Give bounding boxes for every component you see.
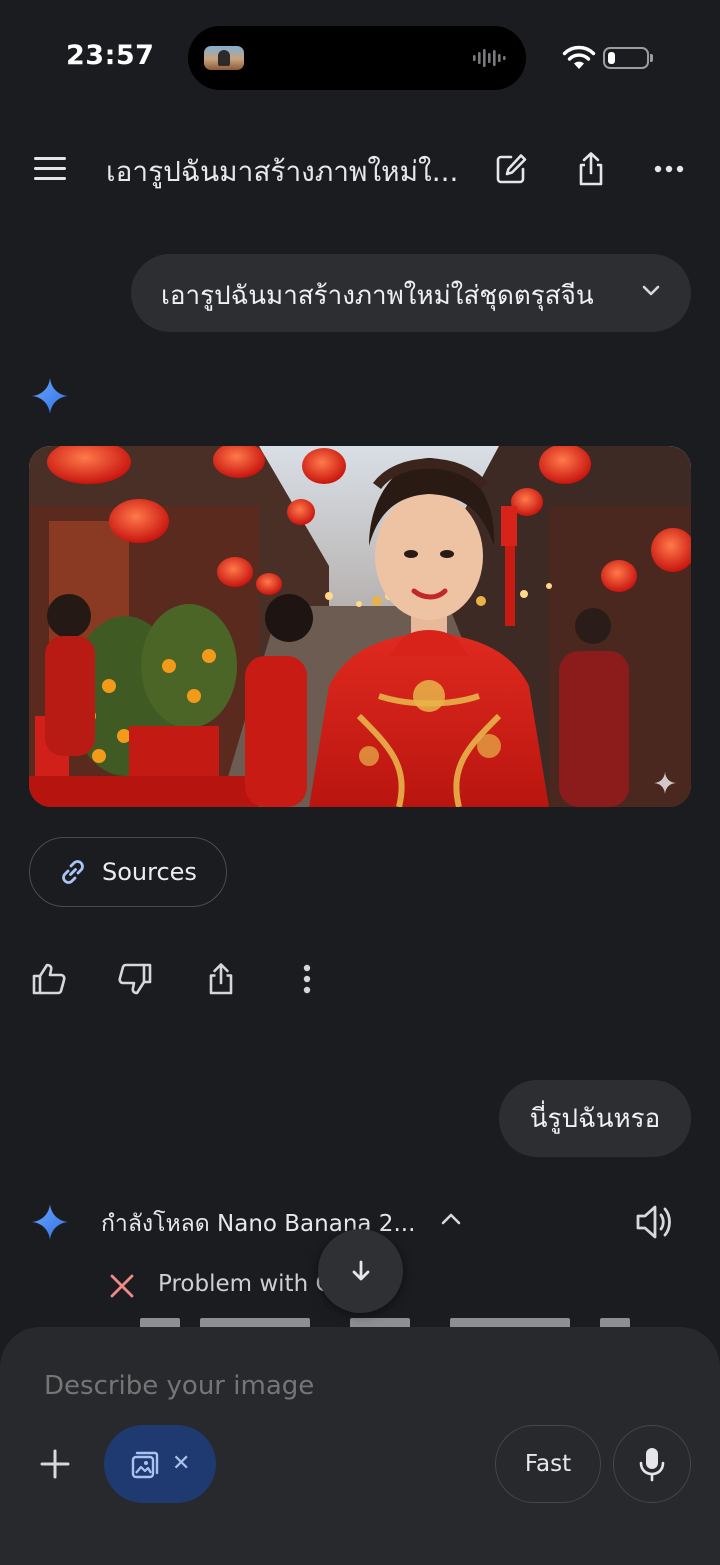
sources-button[interactable]: Sources: [29, 837, 227, 907]
chevron-up-icon[interactable]: [438, 1206, 464, 1232]
mode-selector-button[interactable]: Fast: [495, 1425, 601, 1503]
user-message-bubble[interactable]: นี่รูปฉันหรอ: [499, 1080, 691, 1157]
menu-icon[interactable]: [30, 152, 70, 186]
ai-sparkle-icon: [654, 772, 676, 794]
user-message-text: นี่รูปฉันหรอ: [529, 1104, 661, 1134]
user-message-bubble[interactable]: เอารูปฉันมาสร้างภาพใหม่ใส่ชุดตรุสจีน: [131, 254, 691, 332]
error-x-icon: [110, 1274, 134, 1298]
sources-label: Sources: [102, 858, 197, 886]
edit-icon[interactable]: [490, 148, 532, 190]
thumbs-down-icon[interactable]: [114, 958, 156, 1000]
thumbs-up-icon[interactable]: [28, 958, 70, 1000]
battery-level: [608, 52, 615, 64]
generated-image[interactable]: [29, 446, 691, 807]
more-vertical-icon[interactable]: [286, 958, 328, 1000]
gemini-spark-icon: [32, 1204, 68, 1240]
prompt-input[interactable]: [44, 1371, 604, 1401]
status-time: 23:57: [66, 40, 155, 71]
microphone-icon[interactable]: [613, 1425, 691, 1503]
composer: ✕ Fast: [0, 1327, 720, 1565]
chevron-down-icon[interactable]: [639, 278, 663, 302]
scroll-down-button[interactable]: [318, 1229, 403, 1313]
gemini-spark-icon: [32, 378, 68, 414]
battery-icon: [603, 47, 649, 69]
conversation-title[interactable]: เอารูปฉันมาสร้างภาพใหม่ใ...: [106, 150, 466, 194]
battery-cap: [650, 54, 653, 62]
chat-screen: 23:57 เอารูปฉันมาสร้างภาพใหม่ใ... เอารูป…: [0, 0, 720, 1565]
close-icon[interactable]: ✕: [172, 1453, 190, 1475]
link-icon: [56, 855, 90, 889]
wifi-icon: [562, 45, 596, 69]
user-message-text: เอารูปฉันมาสร้างภาพใหม่ใส่ชุดตรุสจีน: [161, 281, 594, 311]
speaker-icon[interactable]: [632, 1200, 678, 1244]
share-icon[interactable]: [200, 958, 242, 1000]
dynamic-island[interactable]: [188, 26, 526, 90]
video-thumbnail: [204, 46, 244, 70]
audio-wave-icon: [473, 49, 506, 67]
more-icon[interactable]: [648, 148, 690, 190]
share-icon[interactable]: [570, 148, 612, 190]
arrow-down-icon: [352, 1260, 369, 1281]
image-icon: [128, 1447, 162, 1481]
image-tool-chip[interactable]: ✕: [104, 1425, 216, 1503]
add-icon[interactable]: [34, 1443, 76, 1485]
